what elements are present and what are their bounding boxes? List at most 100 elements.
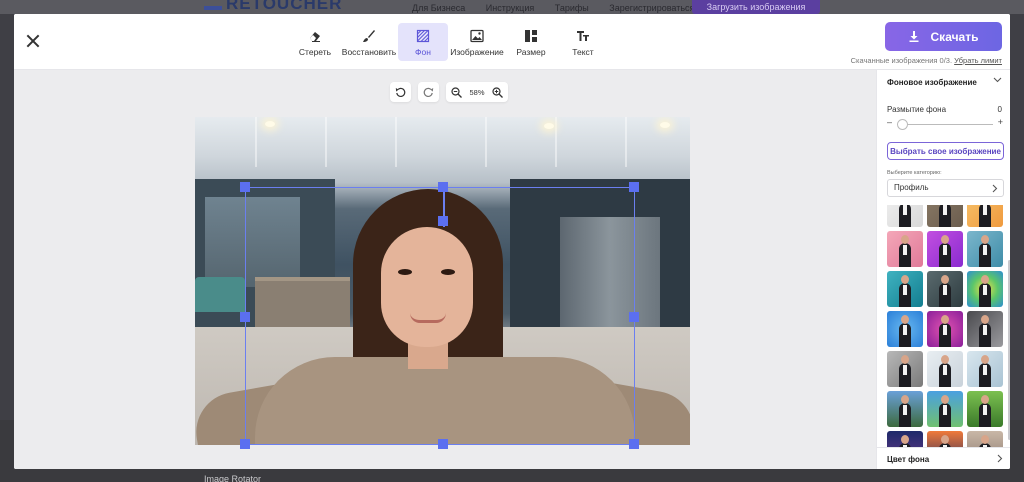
category-value: Профиль <box>894 183 929 192</box>
blur-label: Размытие фона <box>887 105 947 114</box>
download-icon <box>909 31 919 42</box>
tool-text-label: Текст <box>572 47 594 57</box>
rotate-handle[interactable] <box>438 216 448 226</box>
thumbnail-person <box>939 395 951 427</box>
background-color-section[interactable]: Цвет фона <box>877 447 1010 469</box>
section-title[interactable]: Фоновое изображение <box>887 78 977 87</box>
limit-text: Скачанные изображения 0/3. <box>850 56 953 65</box>
layout-icon <box>525 30 537 42</box>
thumbnail-person <box>979 395 991 427</box>
text-icon <box>577 31 589 41</box>
editor-modal: Стереть Восстановить Фон Изображение Раз… <box>14 14 1010 469</box>
zoom-out-icon[interactable] <box>451 86 462 98</box>
zoom-in-icon[interactable] <box>492 86 503 98</box>
properties-sidebar: Фоновое изображение Размытие фона 0 – + … <box>876 70 1010 469</box>
background-thumbnail[interactable] <box>887 351 923 387</box>
background-thumbnail[interactable] <box>927 391 963 427</box>
resize-handle-top[interactable] <box>438 182 448 192</box>
zoom-control: 58% <box>446 82 508 102</box>
tool-restore-label: Восстановить <box>341 47 397 57</box>
background-thumbnail[interactable] <box>927 205 963 227</box>
blur-increase[interactable]: + <box>998 117 1003 127</box>
background-thumbnails <box>887 205 1005 457</box>
site-nav-business[interactable]: Для Бизнеса <box>412 3 465 13</box>
site-footer-text: Image Rotator <box>204 474 262 482</box>
site-nav-pricing[interactable]: Тарифы <box>555 3 589 13</box>
tool-restore[interactable]: Восстановить <box>342 23 396 61</box>
site-upload-button[interactable]: Загрузить изображения <box>692 0 820 14</box>
thumbnail-person <box>979 235 991 267</box>
blur-slider-track[interactable] <box>897 124 993 125</box>
undo-button[interactable] <box>390 82 411 102</box>
background-thumbnail[interactable] <box>887 271 923 307</box>
chevron-down-icon[interactable] <box>993 77 1002 83</box>
background-thumbnail[interactable] <box>927 231 963 267</box>
resize-handle-left[interactable] <box>240 312 250 322</box>
canvas-area[interactable]: 58% <box>14 70 876 469</box>
choose-own-image-button[interactable]: Выбрать свое изображение <box>887 142 1004 160</box>
tool-background-label: Фон <box>415 47 431 57</box>
thumbnail-person <box>899 315 911 347</box>
tool-text[interactable]: Текст <box>558 23 608 61</box>
site-nav-instructions[interactable]: Инструкция <box>486 3 534 13</box>
resize-handle-bottom-right[interactable] <box>629 439 639 449</box>
thumbnail-person <box>939 235 951 267</box>
background-thumbnail[interactable] <box>887 391 923 427</box>
undo-icon <box>395 87 406 97</box>
thumbnail-person <box>979 315 991 347</box>
download-label: Скачать <box>930 29 979 44</box>
thumbnail-person <box>899 395 911 427</box>
resize-handle-right[interactable] <box>629 312 639 322</box>
background-thumbnail[interactable] <box>927 271 963 307</box>
background-thumbnail[interactable] <box>967 231 1003 267</box>
background-thumbnail[interactable] <box>967 205 1003 227</box>
background-thumbnail[interactable] <box>927 311 963 347</box>
tool-size[interactable]: Размер <box>506 23 556 61</box>
background-thumbnail[interactable] <box>967 311 1003 347</box>
background-thumbnail[interactable] <box>967 351 1003 387</box>
sidebar-scrollbar[interactable] <box>1008 260 1010 440</box>
selection-box[interactable] <box>240 182 639 449</box>
chevron-right-icon <box>992 184 998 193</box>
thumbnail-person <box>979 275 991 307</box>
zoom-level: 58% <box>469 87 485 97</box>
image-icon <box>470 29 484 43</box>
thumbnail-person <box>939 205 951 227</box>
thumbnail-person <box>939 275 951 307</box>
background-thumbnail[interactable] <box>887 311 923 347</box>
editor-toolbar: Стереть Восстановить Фон Изображение Раз… <box>14 14 1010 70</box>
remove-limit-link[interactable]: Убрать лимит <box>954 56 1002 65</box>
category-label: Выберите категорию: <box>887 170 942 176</box>
blur-decrease[interactable]: – <box>887 117 892 127</box>
blur-value: 0 <box>997 105 1002 114</box>
download-button[interactable]: Скачать <box>885 22 1002 51</box>
chevron-right-icon <box>997 454 1003 463</box>
thumbnail-person <box>899 205 911 227</box>
redo-icon <box>423 87 434 97</box>
tool-background[interactable]: Фон <box>398 23 448 61</box>
site-nav-register[interactable]: Зарегистрироваться <box>609 3 694 13</box>
background-color-label: Цвет фона <box>887 455 930 464</box>
redo-button[interactable] <box>418 82 439 102</box>
tool-erase-label: Стереть <box>298 47 332 57</box>
thumbnail-person <box>899 275 911 307</box>
category-select[interactable]: Профиль <box>887 179 1004 197</box>
resize-handle-top-left[interactable] <box>240 182 250 192</box>
brush-icon <box>363 30 375 42</box>
resize-handle-bottom-left[interactable] <box>240 439 250 449</box>
background-thumbnail[interactable] <box>887 231 923 267</box>
tool-image[interactable]: Изображение <box>450 23 504 61</box>
background-thumbnail[interactable] <box>967 271 1003 307</box>
close-icon[interactable] <box>26 34 40 48</box>
resize-handle-top-right[interactable] <box>629 182 639 192</box>
tool-tabs: Стереть Восстановить Фон Изображение Раз… <box>290 23 610 61</box>
tool-erase[interactable]: Стереть <box>290 23 340 61</box>
blur-slider-thumb[interactable] <box>897 119 908 130</box>
background-thumbnail[interactable] <box>887 205 923 227</box>
background-thumbnail[interactable] <box>927 351 963 387</box>
thumbnail-person <box>899 355 911 387</box>
eraser-icon <box>310 32 320 42</box>
background-icon <box>416 29 430 43</box>
background-thumbnail[interactable] <box>967 391 1003 427</box>
resize-handle-bottom[interactable] <box>438 439 448 449</box>
